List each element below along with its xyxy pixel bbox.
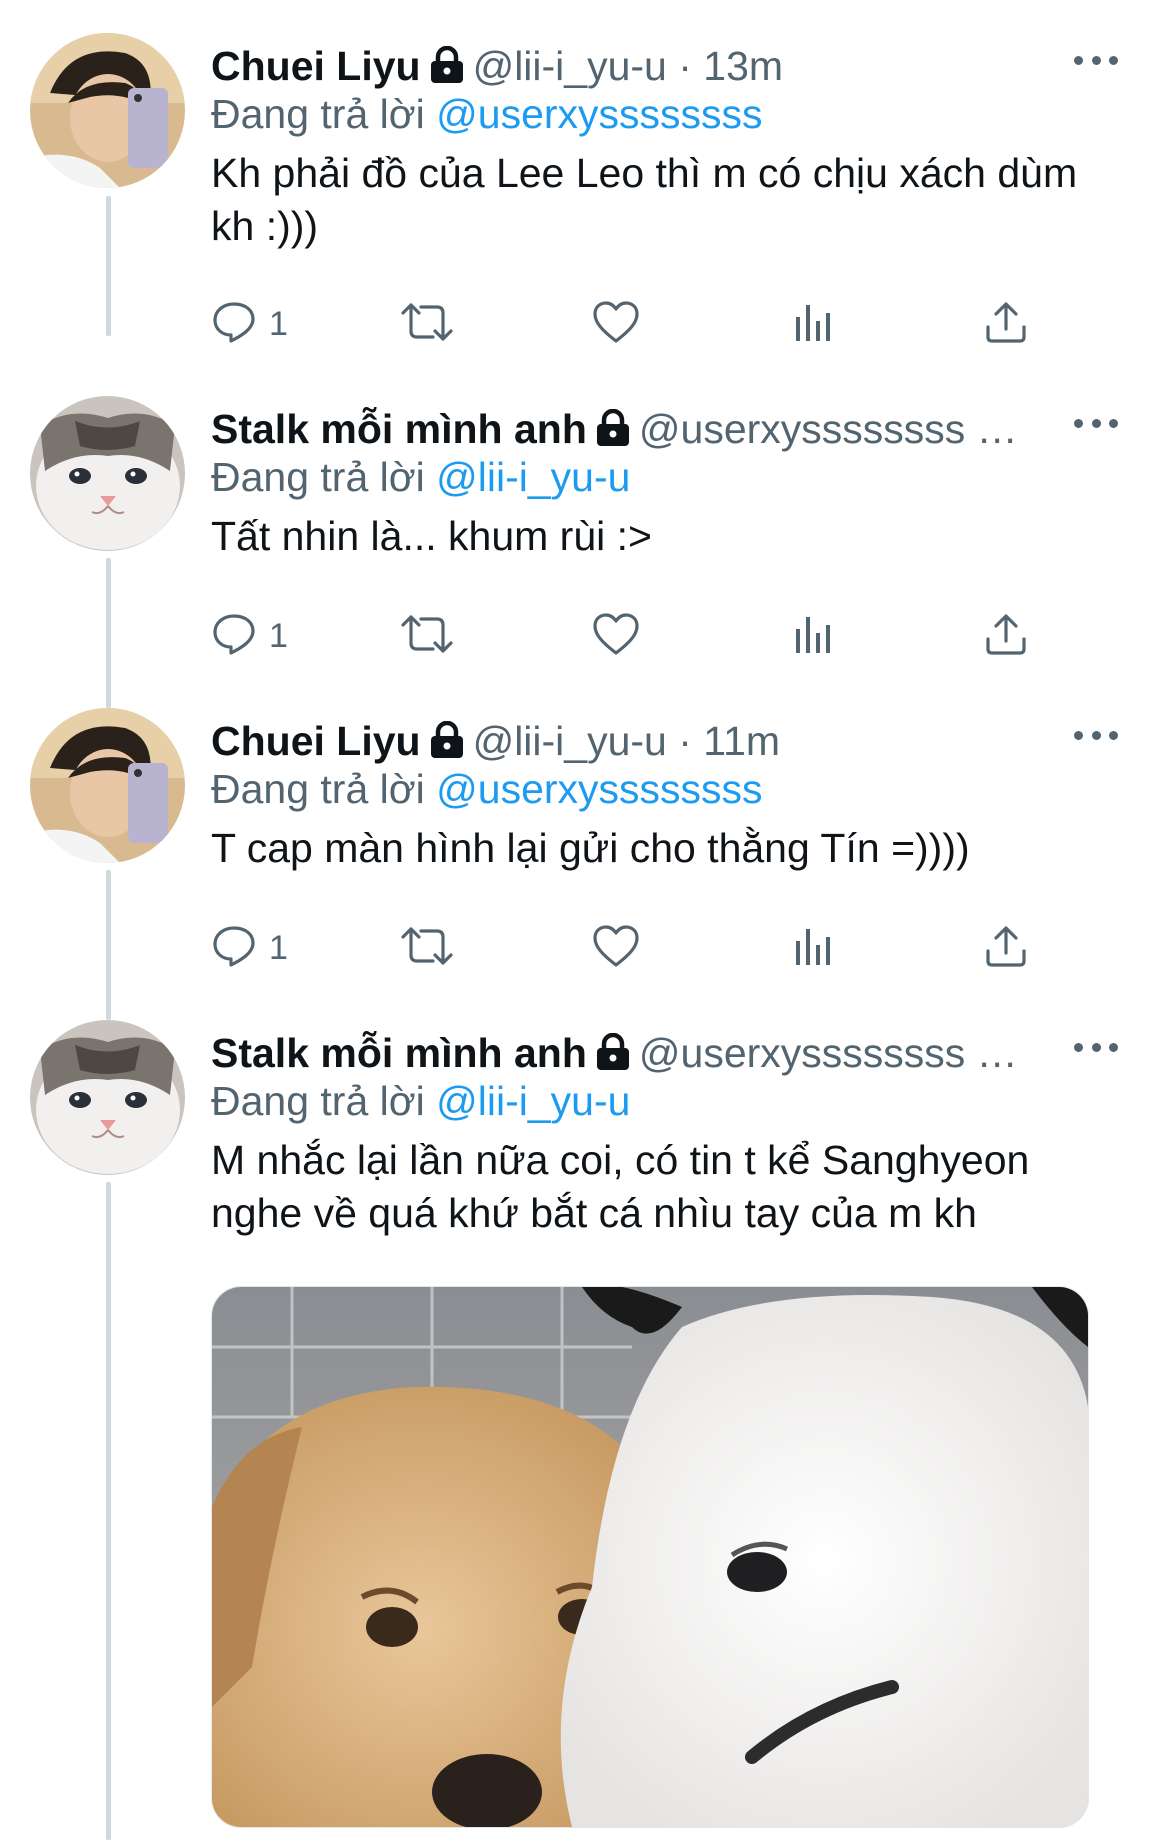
user-handle[interactable]: @lii-i_yu-u [473,718,667,764]
analytics-button[interactable] [793,296,833,352]
reply-button[interactable]: 1 [211,920,288,976]
share-icon [983,923,1029,974]
analytics-icon [793,923,833,974]
reply-icon [211,611,257,662]
timestamp[interactable]: · 13m [678,43,783,89]
replying-to-mention[interactable]: @lii-i_yu-u [436,454,630,500]
tweet-text: Kh phải đồ của Lee Leo thì m có chịu xác… [211,150,1078,249]
heart-icon [591,923,641,974]
tweet-text: M nhắc lại lần nữa coi, có tin t kể Sang… [211,1137,1030,1236]
reply-count: 1 [269,616,288,655]
reply-icon [211,299,257,350]
analytics-button[interactable] [793,608,833,664]
reply-button[interactable]: 1 [211,608,288,664]
reply-button[interactable]: 1 [211,296,288,352]
avatar-cat-icon[interactable] [30,396,185,551]
avatar-cat-icon[interactable] [30,1020,185,1175]
more-options-icon[interactable] [1074,1037,1118,1057]
tweet[interactable]: Stalk mỗi mình anh @userxyssssssss … Đang… [0,363,1170,675]
display-name[interactable]: Stalk mỗi mình anh [211,406,587,452]
display-name[interactable]: Chuei Liyu [211,718,421,764]
retweet-button[interactable] [399,920,455,976]
retweet-button[interactable] [399,296,455,352]
dogs-photo-icon [212,1287,1088,1827]
replying-to-mention[interactable]: @userxyssssssss [436,766,762,812]
tweet-text: Tất nhin là... khum rùi :> [211,513,652,559]
share-button[interactable] [983,920,1029,976]
analytics-icon [793,299,833,350]
more-options-icon[interactable] [1074,725,1118,745]
tweet-actions: 1 [211,920,1031,976]
tweet[interactable]: Chuei Liyu @lii-i_yu-u · 11m Đang trả lời… [0,675,1170,987]
avatar-boy-selfie-icon[interactable] [30,33,185,188]
reply-count: 1 [269,304,288,343]
tweet-text: T cap màn hình lại gửi cho thằng Tín =))… [211,825,970,871]
avatar-boy-selfie-icon[interactable] [30,708,185,863]
retweet-icon [399,923,455,974]
replying-to-mention[interactable]: @userxyssssssss [436,91,762,137]
reply-icon [211,923,257,974]
share-icon [983,611,1029,662]
tweet-media-image[interactable] [211,1286,1089,1828]
replying-to-label: Đang trả lời [211,454,425,500]
share-icon [983,299,1029,350]
user-handle[interactable]: @userxyssssssss … [639,406,1018,452]
analytics-icon [793,611,833,662]
replying-to-label: Đang trả lời [211,766,425,812]
tweet[interactable]: Chuei Liyu @lii-i_yu-u · 13m Đang trả lời… [0,0,1170,343]
share-button[interactable] [983,296,1029,352]
retweet-icon [399,299,455,350]
tweet-actions: 1 [211,296,1031,352]
replying-to-mention[interactable]: @lii-i_yu-u [436,1078,630,1124]
like-button[interactable] [591,296,641,352]
display-name[interactable]: Stalk mỗi mình anh [211,1030,587,1076]
reply-count: 1 [269,928,288,967]
replying-to: Đang trả lời @lii-i_yu-u [211,449,630,505]
replying-to: Đang trả lời @userxyssssssss [211,86,763,142]
user-handle[interactable]: @userxyssssssss … [639,1030,1018,1076]
more-options-icon[interactable] [1074,413,1118,433]
replying-to: Đang trả lời @userxyssssssss [211,761,763,817]
heart-icon [591,611,641,662]
share-button[interactable] [983,608,1029,664]
replying-to-label: Đang trả lời [211,1078,425,1124]
replying-to: Đang trả lời @lii-i_yu-u [211,1073,630,1129]
timestamp[interactable]: · 11m [678,718,780,764]
analytics-button[interactable] [793,920,833,976]
retweet-icon [399,611,455,662]
like-button[interactable] [591,608,641,664]
retweet-button[interactable] [399,608,455,664]
like-button[interactable] [591,920,641,976]
display-name[interactable]: Chuei Liyu [211,43,421,89]
user-handle[interactable]: @lii-i_yu-u [473,43,667,89]
more-options-icon[interactable] [1074,50,1118,70]
heart-icon [591,299,641,350]
replying-to-label: Đang trả lời [211,91,425,137]
tweet-actions: 1 [211,608,1031,664]
